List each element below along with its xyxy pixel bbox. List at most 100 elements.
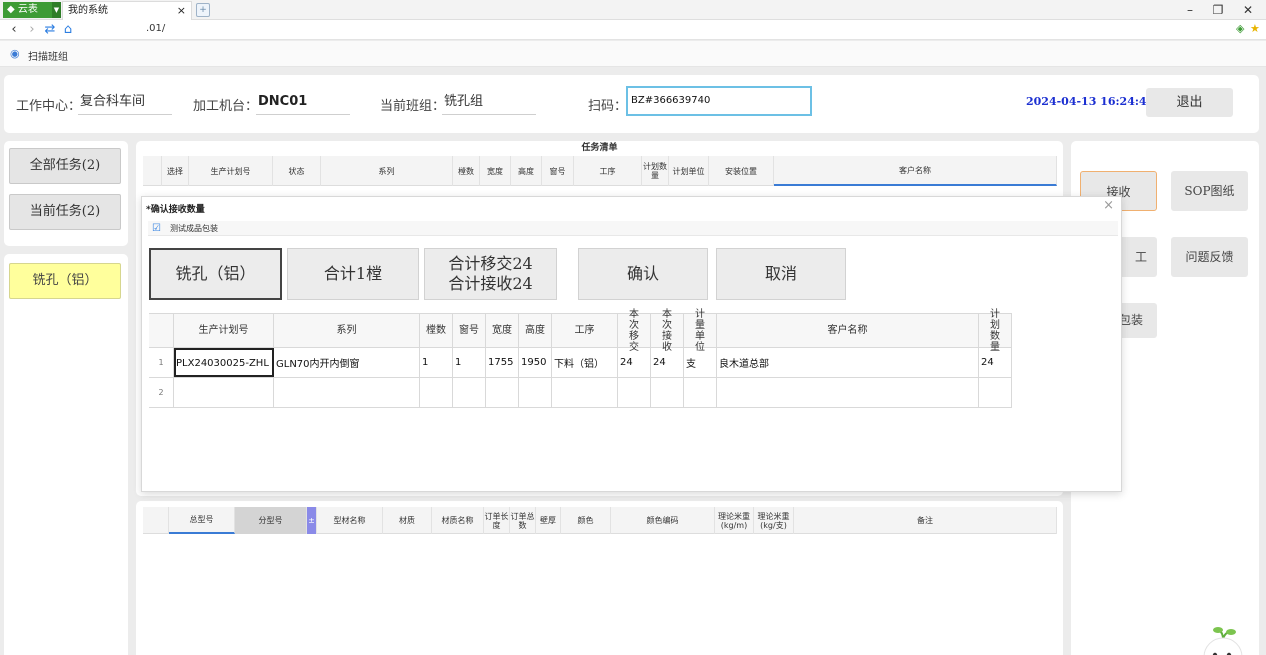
process-cell[interactable] — [552, 378, 618, 407]
edit-icon[interactable]: ☑ — [152, 221, 161, 236]
column-header[interactable]: 樘数 — [420, 314, 453, 347]
toolbar-label[interactable]: 测试成品包装 — [170, 221, 218, 236]
assistant-mascot-icon[interactable] — [1198, 625, 1248, 655]
group-button[interactable]: 铣孔（铝） — [9, 263, 121, 299]
forward-icon[interactable]: › — [24, 20, 40, 40]
column-header[interactable]: 壁厚 — [536, 507, 561, 534]
all-tasks-button[interactable]: 全部任务(2) — [9, 148, 121, 184]
column-header[interactable]: 材质名称 — [432, 507, 484, 534]
width-cell[interactable] — [486, 378, 519, 407]
window-number-cell[interactable] — [453, 378, 486, 407]
customer-cell[interactable] — [717, 378, 979, 407]
scan-input[interactable]: BZ#366639740 — [626, 86, 812, 116]
column-header[interactable]: 樘数 — [453, 156, 480, 186]
scan-label: 扫码： — [588, 99, 628, 114]
plan-number-cell[interactable]: PLX24030025-ZHL — [174, 348, 274, 377]
column-header[interactable]: 本次接收 — [651, 309, 684, 353]
exit-button[interactable]: 退出 — [1146, 88, 1233, 117]
column-header[interactable]: 工序 — [552, 314, 618, 347]
column-header[interactable]: 宽度 — [480, 156, 511, 186]
count-cell[interactable]: 1 — [420, 348, 453, 377]
group-select-button[interactable]: 铣孔（铝） — [149, 248, 282, 300]
close-tab-icon[interactable]: × — [177, 2, 186, 19]
column-header[interactable]: 生产计划号 — [189, 156, 273, 186]
column-header[interactable]: 总型号 — [169, 507, 235, 534]
height-cell[interactable] — [519, 378, 552, 407]
total-transfer-receive-button[interactable]: 合计移交24 合计接收24 — [424, 248, 557, 300]
process-cell[interactable]: 下料（铝） — [552, 348, 618, 377]
series-cell[interactable] — [274, 378, 420, 407]
column-header[interactable]: 客户名称 — [717, 314, 979, 347]
column-header[interactable]: 工序 — [574, 156, 642, 186]
column-header[interactable]: 系列 — [321, 156, 453, 186]
table-row[interactable]: 2 — [149, 378, 1012, 408]
column-header[interactable]: 宽度 — [486, 314, 519, 347]
column-header[interactable]: 客户名称 — [774, 156, 1057, 186]
column-header[interactable]: 状态 — [273, 156, 321, 186]
minimize-icon[interactable]: – — [1176, 0, 1204, 20]
column-header[interactable]: 型材名称 — [317, 507, 383, 534]
unit-cell[interactable]: 支 — [684, 348, 717, 377]
brand-tab[interactable]: ◆ 云表 ▼ — [3, 2, 61, 18]
sop-drawing-button[interactable]: SOP图纸 — [1171, 171, 1248, 211]
column-header[interactable]: 计划单位 — [669, 156, 709, 186]
series-cell[interactable]: GLN70内开内倒窗 — [274, 348, 420, 377]
column-header[interactable]: 计量单位 — [684, 309, 717, 353]
column-header[interactable]: 安装位置 — [709, 156, 774, 186]
column-header[interactable]: 系列 — [274, 314, 420, 347]
column-header[interactable]: 备注 — [794, 507, 1057, 534]
address-bar[interactable]: .01/ — [146, 23, 165, 34]
transfer-cell[interactable] — [618, 378, 651, 407]
page-tab[interactable]: 我的系统 × — [62, 1, 192, 20]
feedback-button[interactable]: 问题反馈 — [1171, 237, 1248, 277]
cancel-button[interactable]: 取消 — [716, 248, 846, 300]
column-header[interactable]: 订单总数 — [510, 507, 536, 534]
column-sort-icon[interactable]: ± — [307, 507, 317, 534]
count-cell[interactable] — [420, 378, 453, 407]
column-header[interactable]: 高度 — [519, 314, 552, 347]
column-header[interactable]: 选择 — [162, 156, 189, 186]
plan-quantity-cell[interactable]: 24 — [979, 348, 1012, 377]
column-header[interactable]: 分型号 — [235, 507, 307, 534]
plan-number-cell[interactable] — [174, 378, 274, 407]
column-header[interactable]: 理论米重(kg/支) — [754, 507, 794, 534]
column-header[interactable]: 理论米重(kg/m) — [715, 507, 754, 534]
column-header[interactable]: 订单长度 — [484, 507, 510, 534]
column-header[interactable]: 颜色 — [561, 507, 611, 534]
column-header[interactable]: 材质 — [383, 507, 432, 534]
column-header[interactable]: 计划数量 — [979, 309, 1012, 353]
width-cell[interactable]: 1755 — [486, 348, 519, 377]
close-icon[interactable]: × — [1103, 198, 1114, 213]
restore-icon[interactable]: ❐ — [1204, 0, 1232, 20]
row-indicator-header — [143, 507, 169, 534]
task-filter-panel: 全部任务(2) 当前任务(2) — [4, 141, 128, 246]
customer-cell[interactable]: 良木道总部 — [717, 348, 979, 377]
new-tab-icon[interactable]: + — [196, 3, 210, 17]
extension-icon[interactable]: ◈ — [1236, 22, 1244, 35]
column-header[interactable]: 生产计划号 — [174, 314, 274, 347]
height-cell[interactable]: 1950 — [519, 348, 552, 377]
confirm-button[interactable]: 确认 — [578, 248, 708, 300]
column-header[interactable]: 窗号 — [542, 156, 574, 186]
back-icon[interactable]: ‹ — [6, 20, 22, 40]
window-number-cell[interactable]: 1 — [453, 348, 486, 377]
column-header[interactable]: 计划数量 — [642, 156, 669, 186]
plan-quantity-cell[interactable] — [979, 378, 1012, 407]
home-icon[interactable]: ⌂ — [60, 20, 76, 40]
transfer-cell[interactable]: 24 — [618, 348, 651, 377]
total-units-button[interactable]: 合计1樘 — [287, 248, 419, 300]
current-tasks-button[interactable]: 当前任务(2) — [9, 194, 121, 230]
team-value: 铣孔组 — [442, 91, 536, 115]
unit-cell[interactable] — [684, 378, 717, 407]
receive-cell[interactable]: 24 — [651, 348, 684, 377]
column-header[interactable]: 高度 — [511, 156, 542, 186]
table-row[interactable]: 1 PLX24030025-ZHL GLN70内开内倒窗 1 1 1755 19… — [149, 348, 1012, 378]
column-header[interactable]: 本次移交 — [618, 309, 651, 353]
close-window-icon[interactable]: ✕ — [1234, 0, 1262, 20]
refresh-icon[interactable]: ⇄ — [42, 20, 58, 40]
favorite-star-icon[interactable]: ★ — [1250, 22, 1260, 35]
column-header[interactable]: 颜色编码 — [611, 507, 715, 534]
column-header[interactable]: 窗号 — [453, 314, 486, 347]
receive-cell[interactable] — [651, 378, 684, 407]
brand-dropdown-icon[interactable]: ▼ — [52, 2, 61, 18]
